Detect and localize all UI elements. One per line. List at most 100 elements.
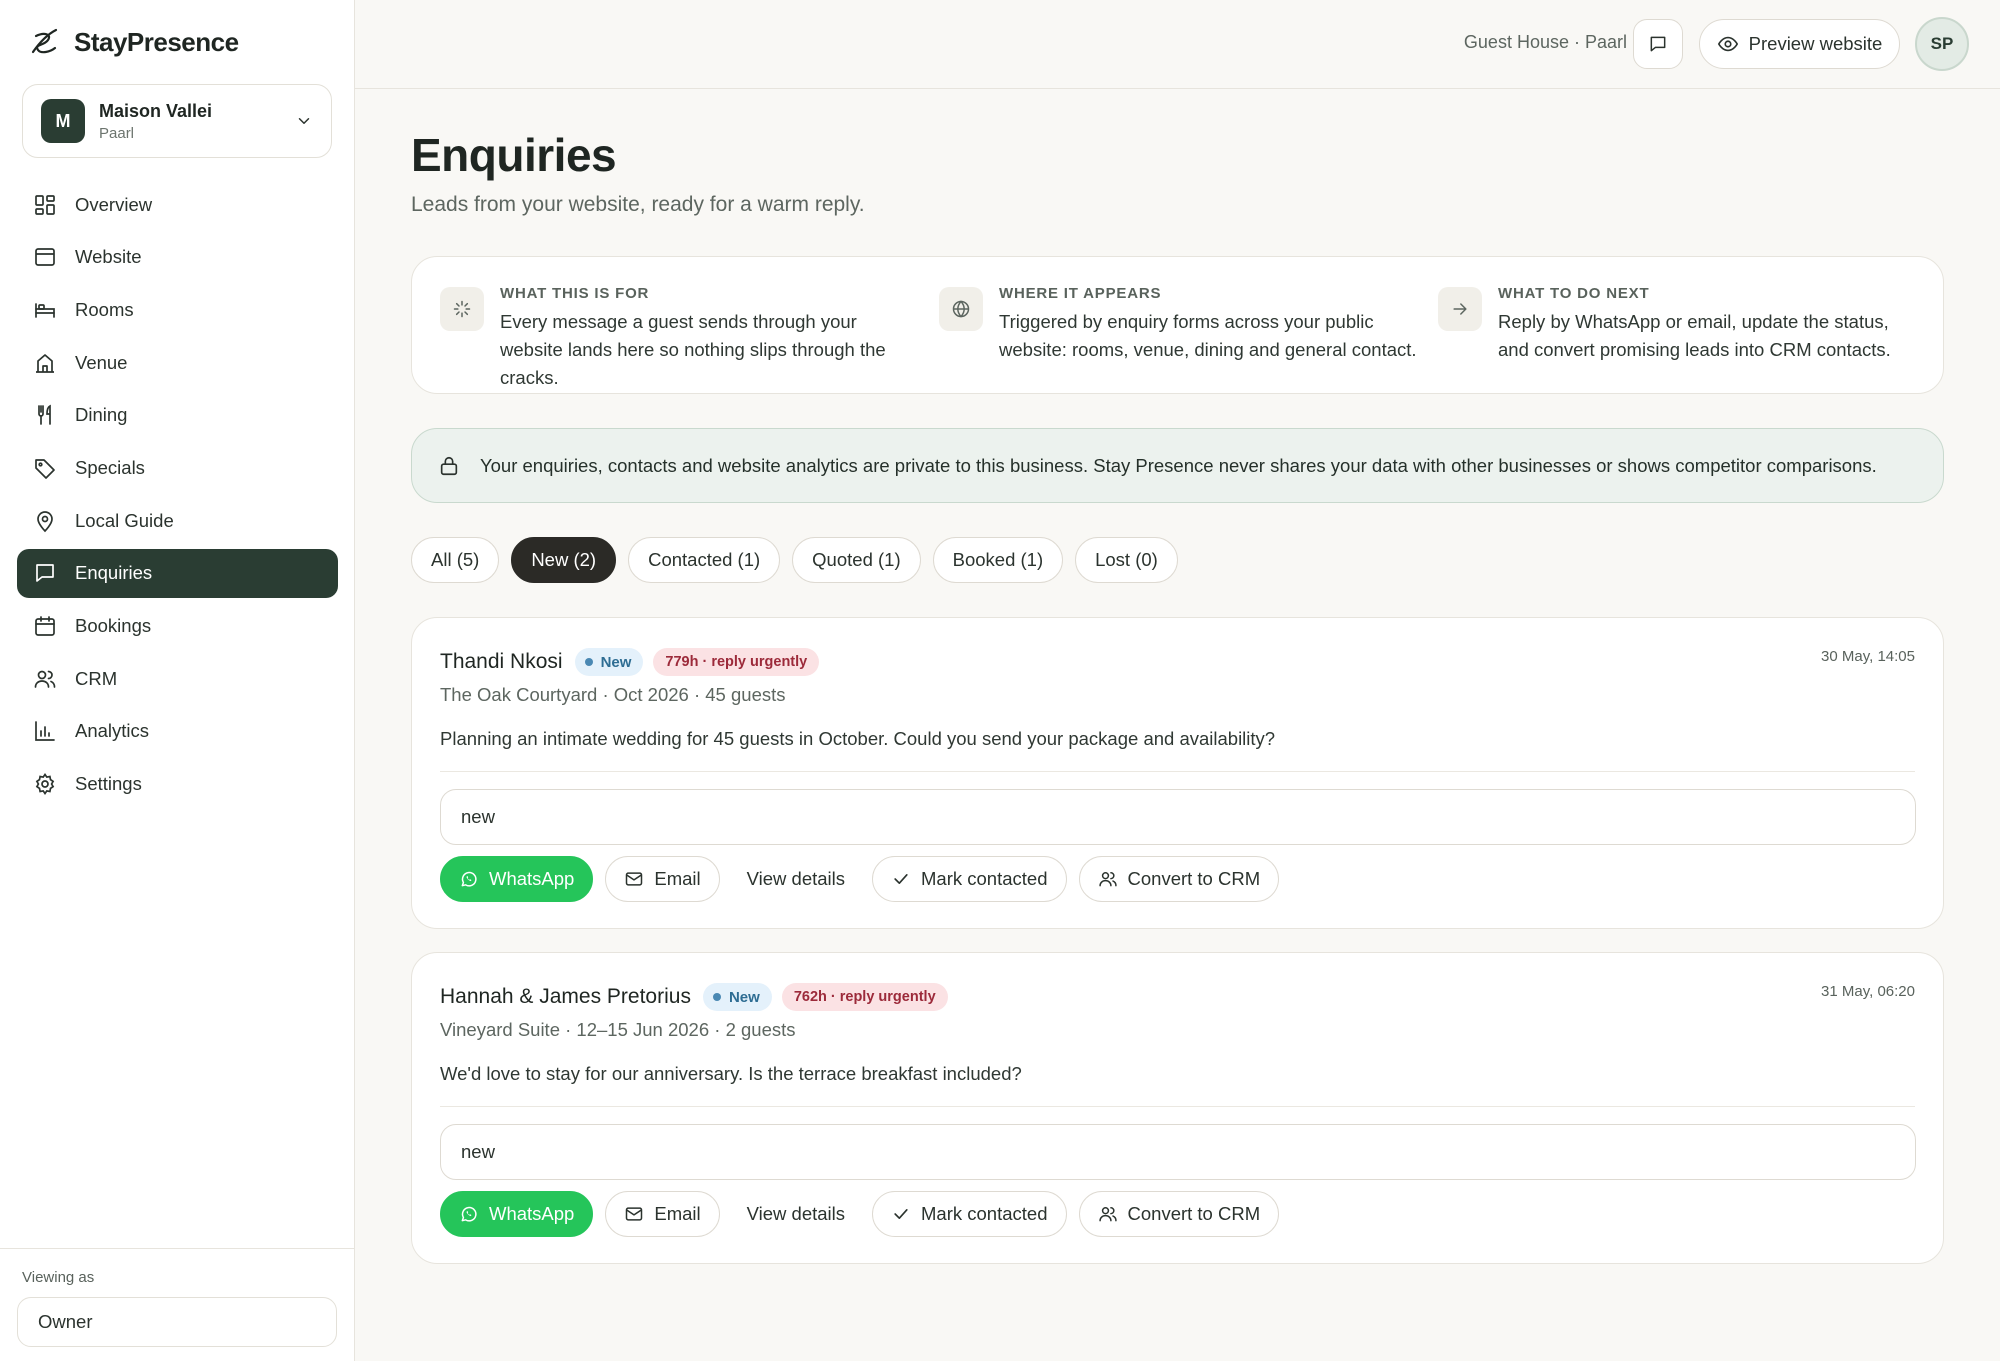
email-label: Email bbox=[654, 868, 701, 889]
email-button[interactable]: Email bbox=[605, 856, 720, 902]
filter-lost[interactable]: Lost (0) bbox=[1075, 537, 1178, 583]
message-icon bbox=[36, 564, 54, 583]
info-heading: WHERE IT APPEARS bbox=[999, 285, 1162, 302]
enquiry-header: Thandi Nkosi New 779h · reply urgently bbox=[440, 648, 820, 676]
email-button[interactable]: Email bbox=[605, 1191, 720, 1237]
property-name: Maison Vallei bbox=[99, 100, 213, 121]
enquiry-meta: Vineyard Suite · 12–15 Jun 2026 · 2 gues… bbox=[440, 1019, 796, 1040]
preview-website-button[interactable]: Preview website bbox=[1699, 19, 1900, 69]
filter-booked[interactable]: Booked (1) bbox=[932, 537, 1064, 583]
tag-icon bbox=[35, 459, 55, 479]
whatsapp-label: WhatsApp bbox=[489, 1203, 575, 1224]
enquiry-name: Hannah & James Pretorius bbox=[440, 985, 691, 1008]
divider bbox=[440, 771, 1915, 772]
email-label: Email bbox=[654, 1203, 701, 1224]
convert-to-crm-label: Convert to CRM bbox=[1127, 868, 1261, 889]
convert-to-crm-label: Convert to CRM bbox=[1127, 1203, 1261, 1224]
sidebar-item-rooms[interactable]: Rooms bbox=[17, 285, 338, 334]
enquiry-message: Planning an intimate wedding for 45 gues… bbox=[440, 728, 1276, 749]
sparkle-icon bbox=[440, 287, 484, 331]
utensils-icon bbox=[38, 404, 51, 426]
filter-contacted[interactable]: Contacted (1) bbox=[628, 537, 781, 583]
status-select[interactable]: new bbox=[440, 1124, 1916, 1180]
property-text: Maison Vallei Paarl bbox=[99, 101, 295, 142]
sidebar-item-venue[interactable]: Venue bbox=[17, 338, 338, 387]
view-details-button[interactable]: View details bbox=[732, 856, 860, 902]
info-what-for: WHAT THIS IS FOR Every message a guest s… bbox=[440, 285, 920, 392]
page-title: Enquiries bbox=[411, 129, 617, 181]
message-icon bbox=[1650, 36, 1666, 52]
sidebar-item-dining[interactable]: Dining bbox=[17, 391, 338, 440]
sidebar-item-label: CRM bbox=[75, 667, 118, 689]
filter-new[interactable]: New (2) bbox=[511, 537, 617, 583]
mail-icon bbox=[626, 1207, 643, 1221]
brand-name: StayPresence bbox=[74, 26, 239, 57]
business-label: Guest House · Paarl bbox=[1463, 32, 1627, 52]
sidebar-item-enquiries[interactable]: Enquiries bbox=[17, 548, 338, 598]
filter-quoted[interactable]: Quoted (1) bbox=[792, 537, 921, 583]
whatsapp-button[interactable]: WhatsApp bbox=[440, 1191, 594, 1237]
eye-icon bbox=[1717, 36, 1738, 52]
sidebar-item-specials[interactable]: Specials bbox=[17, 443, 338, 492]
mark-contacted-button[interactable]: Mark contacted bbox=[872, 1191, 1067, 1237]
building-icon bbox=[36, 353, 54, 373]
status-dot bbox=[712, 993, 721, 1001]
enquiry-card: Hannah & James Pretorius New 762h · repl… bbox=[411, 952, 1944, 1264]
mark-contacted-button[interactable]: Mark contacted bbox=[872, 856, 1067, 902]
convert-to-crm-button[interactable]: Convert to CRM bbox=[1078, 856, 1280, 902]
arrow-right-icon bbox=[1438, 287, 1482, 331]
view-details-button[interactable]: View details bbox=[732, 1191, 860, 1237]
convert-to-crm-button[interactable]: Convert to CRM bbox=[1078, 1191, 1280, 1237]
sidebar-item-overview[interactable]: Overview bbox=[17, 180, 338, 229]
grid-icon bbox=[35, 194, 55, 215]
sidebar-item-local-guide[interactable]: Local Guide bbox=[17, 496, 338, 545]
sidebar-item-label: Dining bbox=[75, 404, 128, 426]
viewing-as-label: Viewing as bbox=[22, 1269, 95, 1286]
messages-button[interactable] bbox=[1633, 19, 1683, 69]
chevron-down-icon bbox=[298, 118, 310, 124]
sidebar-item-crm[interactable]: CRM bbox=[17, 654, 338, 703]
sidebar-item-analytics[interactable]: Analytics bbox=[17, 707, 338, 756]
urgency-badge: 762h · reply urgently bbox=[781, 983, 948, 1011]
user-avatar[interactable]: SP bbox=[1915, 17, 1969, 71]
sidebar-footer: Viewing as Owner bbox=[0, 1248, 355, 1361]
privacy-banner: Your enquiries, contacts and website ana… bbox=[411, 428, 1944, 503]
sidebar-item-label: Bookings bbox=[75, 615, 152, 636]
status-badge: New bbox=[702, 983, 772, 1011]
status-filters: All (5) New (2) Contacted (1) Quoted (1)… bbox=[411, 537, 1178, 583]
status-select[interactable]: new bbox=[440, 789, 1916, 845]
property-location: Paarl bbox=[99, 124, 135, 142]
map-pin-icon bbox=[37, 510, 53, 532]
sidebar-item-label: Local Guide bbox=[75, 509, 174, 531]
whatsapp-icon bbox=[461, 871, 477, 887]
bed-icon bbox=[35, 303, 55, 318]
enquiry-name: Thandi Nkosi bbox=[440, 650, 563, 673]
sidebar-item-label: Venue bbox=[75, 351, 128, 373]
topbar: Guest House · Paarl Preview website SP bbox=[355, 0, 2000, 89]
enquiry-meta: The Oak Courtyard · Oct 2026 · 45 guests bbox=[440, 684, 786, 705]
chart-icon bbox=[35, 721, 55, 742]
sidebar-item-website[interactable]: Website bbox=[17, 233, 338, 282]
status-dot bbox=[584, 658, 593, 666]
info-heading: WHAT TO DO NEXT bbox=[1498, 285, 1650, 302]
info-card: WHAT THIS IS FOR Every message a guest s… bbox=[411, 256, 1944, 394]
role-select[interactable]: Owner bbox=[17, 1297, 337, 1347]
enquiry-header: Hannah & James Pretorius New 762h · repl… bbox=[440, 983, 948, 1011]
sidebar: StayPresence M Maison Vallei Paarl Overv… bbox=[0, 0, 355, 1361]
divider bbox=[440, 1106, 1915, 1107]
sidebar-item-label: Website bbox=[75, 246, 142, 268]
sidebar-item-bookings[interactable]: Bookings bbox=[17, 602, 338, 651]
info-heading: WHAT THIS IS FOR bbox=[500, 285, 650, 302]
sidebar-item-label: Specials bbox=[75, 456, 145, 478]
whatsapp-button[interactable]: WhatsApp bbox=[440, 856, 594, 902]
sidebar-item-settings[interactable]: Settings bbox=[17, 760, 338, 809]
filter-all[interactable]: All (5) bbox=[411, 537, 500, 583]
property-switcher[interactable]: M Maison Vallei Paarl bbox=[22, 84, 332, 158]
mark-contacted-label: Mark contacted bbox=[921, 868, 1048, 889]
brand[interactable]: StayPresence bbox=[26, 24, 239, 60]
page-subtitle: Leads from your website, ready for a war… bbox=[411, 193, 865, 216]
info-body: Reply by WhatsApp or email, update the s… bbox=[1498, 311, 1891, 360]
sidebar-item-label: Overview bbox=[75, 193, 153, 215]
privacy-text: Your enquiries, contacts and website ana… bbox=[480, 454, 1877, 476]
mark-contacted-label: Mark contacted bbox=[921, 1203, 1048, 1224]
